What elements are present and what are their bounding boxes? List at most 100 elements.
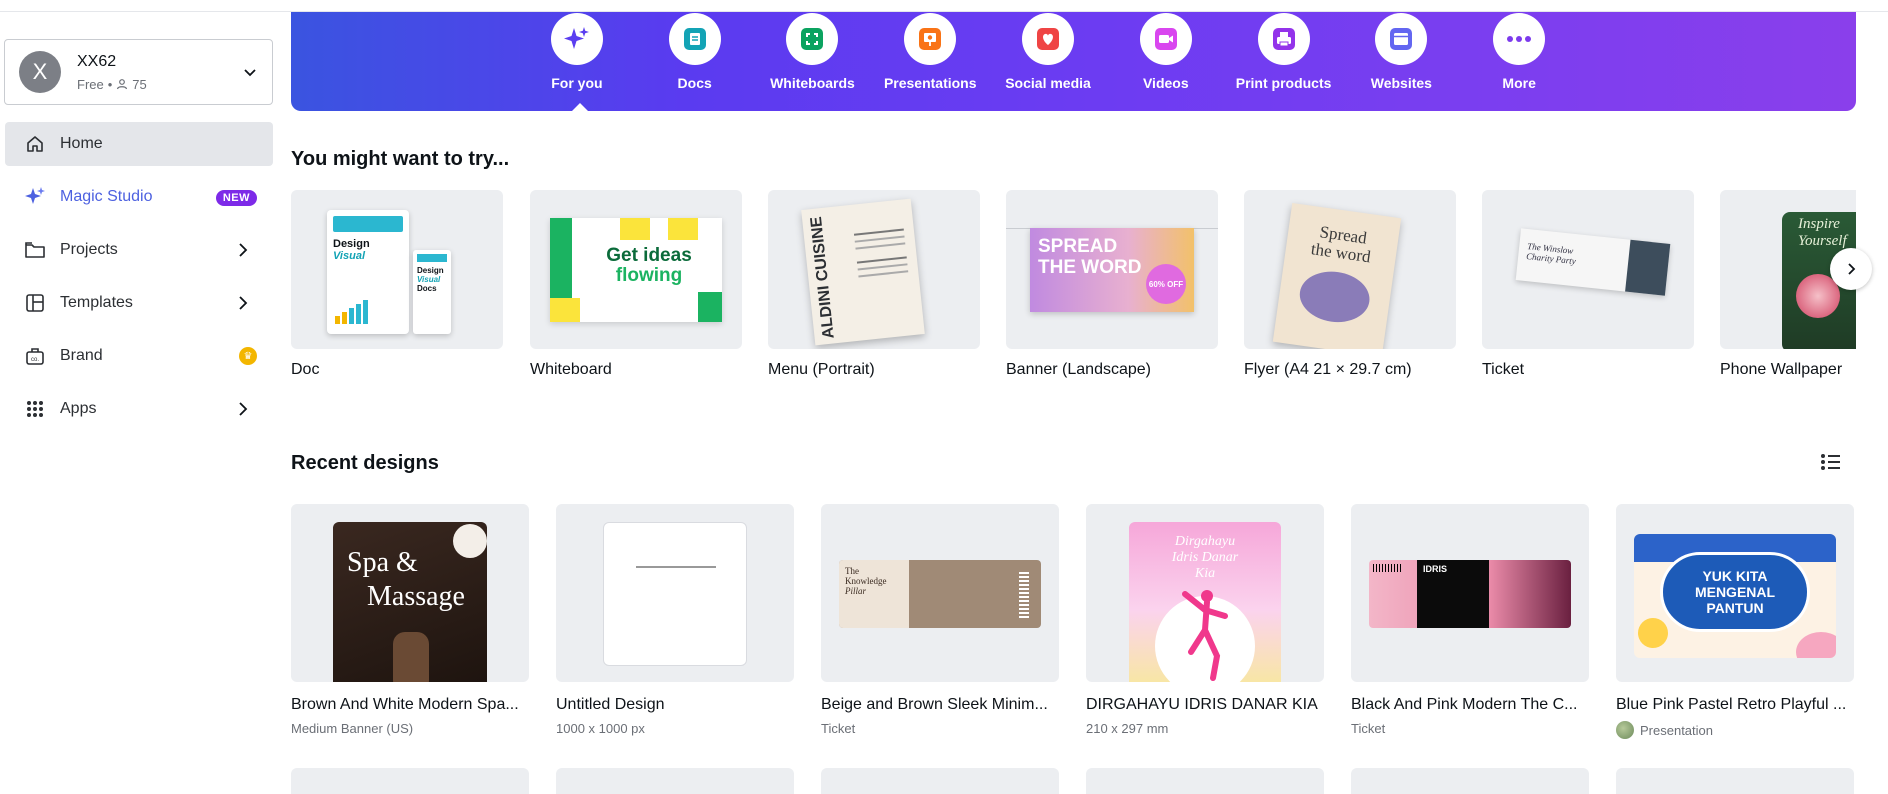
recent-design-title[interactable]: Untitled Design	[556, 696, 794, 714]
recent-design-title[interactable]: Black And Pink Modern The C...	[1351, 696, 1589, 714]
recent-design-card-partial[interactable]	[556, 768, 794, 794]
doc-preview-line-3: Docs	[417, 284, 437, 293]
recent-design-card[interactable]: Dirgahayu Idris Danar Kia DIRGAHAYU IDRI…	[1086, 504, 1324, 736]
video-icon	[1139, 13, 1192, 65]
try-thumb[interactable]: ALDINI CUISINE	[768, 190, 980, 349]
sidebar-item-brand[interactable]: co. Brand ♛	[5, 334, 273, 378]
category-social-media[interactable]: Social media	[989, 12, 1107, 111]
color-block	[620, 218, 650, 240]
dirgahayu-preview-line-1: Dirgahayu	[1174, 534, 1236, 549]
recent-design-meta: Ticket	[821, 721, 856, 736]
recent-design-title[interactable]: DIRGAHAYU IDRIS DANAR KIA	[1086, 696, 1324, 714]
try-card-banner[interactable]: SPREAD THE WORD 60% OFF Banner (Landscap…	[1006, 190, 1218, 379]
recent-design-card-partial[interactable]	[821, 768, 1059, 794]
barcode	[1373, 564, 1403, 572]
apps-grid-icon	[24, 398, 46, 420]
color-block	[550, 298, 580, 322]
category-videos[interactable]: Videos	[1107, 12, 1225, 111]
try-card-label: Flyer (A4 21 × 29.7 cm)	[1244, 361, 1412, 378]
try-card-ticket[interactable]: The Winslow Charity Party Ticket	[1482, 190, 1694, 379]
try-card-flyer[interactable]: Spread the word Flyer (A4 21 × 29.7 cm)	[1244, 190, 1456, 379]
category-print-products[interactable]: Print products	[1225, 12, 1343, 111]
try-thumb[interactable]: The Winslow Charity Party	[1482, 190, 1694, 349]
doc-preview-page: Design Visual	[327, 210, 409, 334]
sidebar-item-label: Projects	[60, 241, 118, 258]
recent-thumb[interactable]: The Knowledge Pillar	[821, 504, 1059, 682]
doc-icon	[668, 13, 721, 65]
sidebar-item-projects[interactable]: Projects	[5, 228, 273, 272]
category-websites[interactable]: Websites	[1342, 12, 1460, 111]
carousel-next-button[interactable]	[1830, 248, 1872, 290]
chevron-right-icon	[239, 243, 248, 257]
recent-design-card-partial[interactable]	[291, 768, 529, 794]
spa-preview-line-1: Spa &	[347, 547, 418, 578]
category-docs[interactable]: Docs	[636, 12, 754, 111]
recent-design-card[interactable]: Untitled Design 1000 x 1000 px	[556, 504, 794, 736]
recent-design-title[interactable]: Blue Pink Pastel Retro Playful ...	[1616, 696, 1854, 714]
try-thumb[interactable]: SPREAD THE WORD 60% OFF	[1006, 190, 1218, 349]
category-label: Docs	[677, 75, 712, 91]
try-card-whiteboard[interactable]: Get ideas flowing Whiteboard	[530, 190, 742, 379]
try-thumb[interactable]: Get ideas flowing	[530, 190, 742, 349]
flower-sticker	[1638, 618, 1668, 648]
category-whiteboards[interactable]: Whiteboards	[754, 12, 872, 111]
recent-design-title[interactable]: Brown And White Modern Spa...	[291, 696, 529, 714]
sidebar-item-apps[interactable]: Apps	[5, 387, 273, 431]
try-thumb[interactable]: Design Visual Design Visual Docs	[291, 190, 503, 349]
sidebar-item-label: Templates	[60, 294, 133, 311]
text-line	[636, 566, 716, 568]
recent-design-card[interactable]: IDRIS Black And Pink Modern The C... Tic…	[1351, 504, 1589, 736]
sidebar-item-templates[interactable]: Templates	[5, 281, 273, 325]
bar	[356, 304, 361, 324]
recent-thumb[interactable]: Dirgahayu Idris Danar Kia	[1086, 504, 1324, 682]
recent-design-card[interactable]: The Knowledge Pillar Beige and Brown Sle…	[821, 504, 1059, 736]
ticket-preview-text: The Winslow Charity Party	[1526, 241, 1578, 266]
recent-thumb[interactable]: IDRIS	[1351, 504, 1589, 682]
recent-thumb[interactable]	[556, 504, 794, 682]
sidebar-item-label: Apps	[60, 400, 97, 417]
text-line	[856, 256, 907, 264]
presentation-icon	[904, 13, 957, 65]
sparkle-icon	[24, 186, 46, 208]
recent-design-title[interactable]: Beige and Brown Sleek Minim...	[821, 696, 1059, 714]
menu-preview-lines	[853, 224, 909, 283]
account-switcher[interactable]: X XX62 Free • 75	[4, 39, 273, 105]
try-carousel: Design Visual Design Visual Docs Doc Get…	[291, 190, 1856, 390]
recent-design-card-partial[interactable]	[1616, 768, 1854, 794]
ticket-preview: The Winslow Charity Party	[1515, 228, 1671, 296]
try-card-label: Doc	[291, 361, 320, 378]
website-icon	[1375, 13, 1428, 65]
recent-design-card[interactable]: YUK KITA MENGENAL PANTUN Blue Pink Paste…	[1616, 504, 1854, 739]
bar	[342, 312, 347, 324]
list-view-toggle[interactable]	[1820, 452, 1848, 476]
category-presentations[interactable]: Presentations	[871, 12, 989, 111]
recent-design-card[interactable]: Spa & Massage Brown And White Modern Spa…	[291, 504, 529, 736]
people-icon	[117, 79, 128, 90]
ticket-stub	[1625, 239, 1671, 296]
category-label: Websites	[1370, 75, 1432, 91]
sidebar-item-magic-studio[interactable]: Magic Studio NEW	[5, 175, 273, 219]
pink-shape	[1796, 632, 1836, 658]
doc-preview-banner	[417, 254, 447, 262]
try-card-label: Ticket	[1482, 361, 1525, 378]
wallpaper-preview-line-1: Inspire	[1798, 216, 1840, 232]
recent-design-card-partial[interactable]	[1086, 768, 1324, 794]
recent-design-card-partial[interactable]	[1351, 768, 1589, 794]
try-card-doc[interactable]: Design Visual Design Visual Docs Doc	[291, 190, 503, 379]
recent-thumb[interactable]: YUK KITA MENGENAL PANTUN	[1616, 504, 1854, 682]
wallpaper-preview-text: Inspire Yourself	[1798, 216, 1847, 250]
try-card-label: Whiteboard	[530, 361, 612, 378]
try-card-menu[interactable]: ALDINI CUISINE Menu (Portrait)	[768, 190, 980, 379]
sidebar-nav: Home Magic Studio NEW Projects Templates…	[5, 122, 273, 440]
home-icon	[24, 133, 46, 155]
chevron-down-icon	[244, 69, 256, 77]
category-for-you[interactable]: For you	[518, 12, 636, 111]
sidebar-item-home[interactable]: Home	[5, 122, 273, 166]
try-thumb[interactable]: Spread the word	[1244, 190, 1456, 349]
whiteboard-preview-text: Get ideas flowing	[584, 246, 714, 286]
menu-preview-line-1: ALDINI	[815, 284, 838, 340]
category-more[interactable]: More	[1460, 12, 1578, 111]
sparkle-icon	[550, 13, 603, 65]
recent-thumb[interactable]: Spa & Massage	[291, 504, 529, 682]
try-card-phone-wallpaper[interactable]: Inspire Yourself Phone Wallpaper	[1720, 190, 1856, 379]
